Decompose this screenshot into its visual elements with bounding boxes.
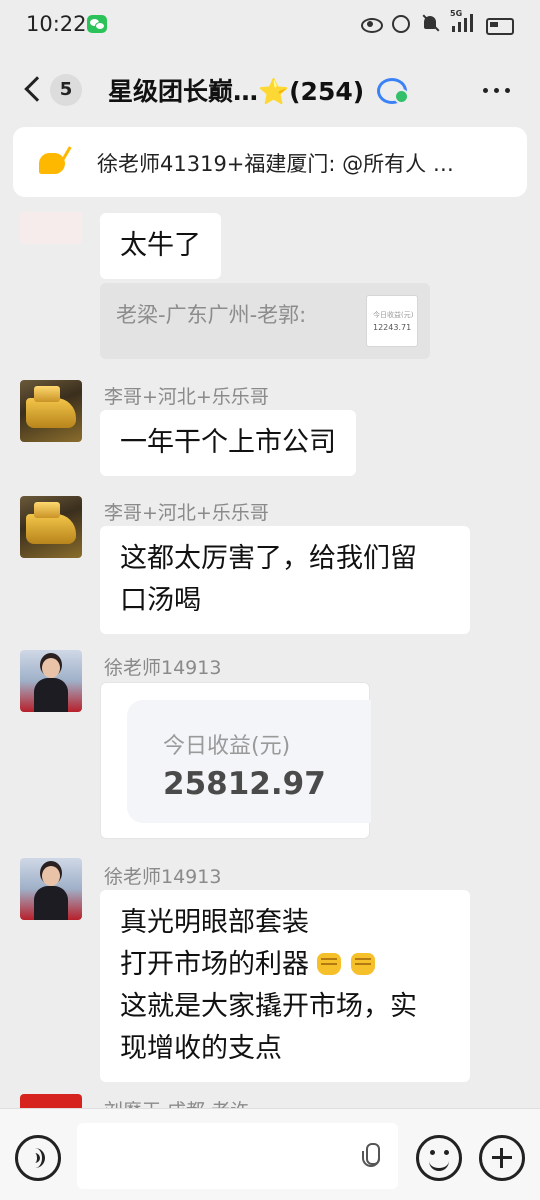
- fist-emoji-icon: [349, 949, 377, 977]
- alarm-icon: [390, 13, 412, 35]
- message-bubble[interactable]: 这都太厉害了，给我们留 口汤喝: [100, 526, 470, 634]
- earnings-card: 今日收益(元) 25812.97: [127, 700, 371, 823]
- sender-name: 李哥+河北+乐乐哥: [104, 386, 269, 408]
- quoted-image-thumbnail[interactable]: 今日收益(元) 12243.71: [366, 295, 418, 347]
- more-options-icon[interactable]: [483, 88, 510, 93]
- message-bubble[interactable]: 太牛了: [100, 213, 221, 279]
- message-input[interactable]: [77, 1123, 398, 1189]
- eye-icon: [360, 13, 383, 35]
- group-chat-icon[interactable]: [377, 78, 409, 104]
- voice-input-icon[interactable]: [15, 1135, 61, 1181]
- wechat-notification-icon: [87, 15, 107, 33]
- microphone-icon[interactable]: [360, 1143, 382, 1173]
- pinned-announcement[interactable]: 徐老师41319+福建厦门: @所有人 …: [13, 127, 527, 197]
- unread-count-badge[interactable]: 5: [50, 74, 82, 106]
- earnings-label: 今日收益(元): [163, 734, 291, 759]
- avatar[interactable]: [20, 496, 82, 558]
- announcement-icon: [39, 147, 75, 177]
- signal-icon: 5G: [450, 9, 478, 35]
- mute-bell-icon: [420, 13, 442, 35]
- chat-title[interactable]: 星级团长巅…⭐(254): [108, 72, 364, 108]
- avatar[interactable]: [20, 858, 82, 920]
- sender-name: 徐老师14913: [104, 657, 222, 679]
- network-type: 5G: [450, 9, 463, 18]
- sender-name: 李哥+河北+乐乐哥: [104, 502, 269, 524]
- image-message[interactable]: 今日收益(元) 25812.97: [100, 682, 371, 839]
- chat-header: 5 星级团长巅…⭐(254): [0, 58, 540, 118]
- quoted-message[interactable]: 老梁-广东广州-老郭: 今日收益(元) 12243.71: [100, 283, 430, 359]
- message-line: 这就是大家撬开市场，实: [120, 991, 417, 1022]
- message-line-text: 打开市场的利器: [120, 949, 309, 980]
- message-line: 这都太厉害了，给我们留: [120, 543, 417, 574]
- status-time: 10:22: [26, 12, 87, 36]
- battery-icon: [486, 13, 516, 35]
- plus-icon[interactable]: [479, 1135, 525, 1181]
- status-bar: 10:22 5G: [0, 0, 540, 50]
- thumbnail-value: 12243.71: [373, 323, 412, 332]
- message-line: 现增收的支点: [120, 1033, 282, 1064]
- avatar[interactable]: [20, 380, 82, 442]
- message-bubble[interactable]: 真光明眼部套装 打开市场的利器 这就是大家撬开市场，实 现增收的支点: [100, 890, 470, 1082]
- avatar[interactable]: [20, 650, 82, 712]
- fist-emoji-icon: [315, 949, 343, 977]
- emoji-icon[interactable]: [416, 1135, 462, 1181]
- earnings-value: 25812.97: [163, 766, 326, 802]
- message-line: 口汤喝: [120, 585, 201, 616]
- message-line: 打开市场的利器: [120, 944, 450, 986]
- announcement-text: 徐老师41319+福建厦门: @所有人 …: [97, 152, 454, 176]
- thumbnail-title: 今日收益(元): [373, 311, 414, 319]
- message-line: 真光明眼部套装: [120, 907, 309, 938]
- message-bubble[interactable]: 一年干个上市公司: [100, 410, 356, 476]
- quoted-sender-text: 老梁-广东广州-老郭:: [116, 303, 307, 327]
- sender-name: 徐老师14913: [104, 866, 222, 888]
- input-bar: [0, 1108, 540, 1200]
- status-icons: 5G: [360, 9, 516, 35]
- back-arrow-icon[interactable]: [24, 76, 42, 100]
